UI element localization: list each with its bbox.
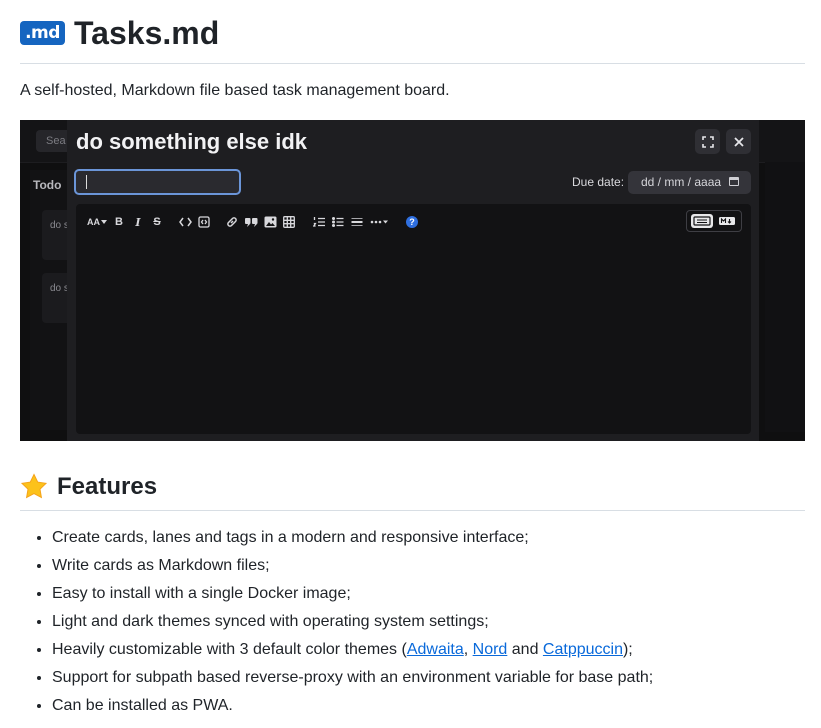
more-icon	[370, 220, 388, 224]
unordered-list-button[interactable]	[330, 214, 346, 230]
help-icon[interactable]: ?	[406, 216, 418, 228]
markdown-editor[interactable]: AA B I S ?	[76, 204, 751, 434]
rich-text-icon	[693, 216, 711, 226]
title-divider	[20, 63, 805, 64]
bold-button[interactable]: B	[112, 214, 126, 230]
ordered-list-icon	[313, 217, 325, 227]
card-title[interactable]: do something else idk	[76, 129, 307, 155]
code-icon	[178, 217, 192, 227]
code-block-button[interactable]	[196, 214, 212, 230]
italic-button[interactable]: I	[131, 214, 145, 230]
app-screenshot: Sea Todo do s do s do something else idk	[20, 120, 805, 441]
expand-icon	[701, 135, 714, 148]
features-divider	[20, 510, 805, 511]
editor-mode-switch[interactable]	[686, 210, 742, 232]
link-button[interactable]	[224, 214, 240, 230]
text-cursor	[86, 175, 87, 189]
close-button[interactable]	[726, 129, 751, 154]
list-item: Heavily customizable with 3 default colo…	[52, 640, 653, 668]
list-item: Support for subpath based reverse-proxy …	[52, 668, 653, 696]
background-right-panel	[765, 162, 805, 432]
features-heading-row: Features	[20, 472, 157, 502]
title-row: .md Tasks.md	[20, 14, 219, 52]
more-button[interactable]	[368, 214, 390, 230]
heading-label: AA	[87, 217, 100, 227]
strikethrough-label: S	[153, 216, 161, 228]
catppuccin-link[interactable]: Catppuccin	[543, 641, 623, 658]
star-icon	[20, 473, 48, 499]
due-date-label: Due date:	[572, 175, 625, 189]
page-title: Tasks.md	[74, 15, 220, 51]
quote-icon	[244, 217, 257, 227]
page-description: A self-hosted, Markdown file based task …	[20, 82, 450, 99]
wysiwyg-mode-button[interactable]	[691, 214, 713, 228]
code-block-icon	[198, 216, 210, 228]
close-icon	[733, 136, 744, 147]
markdown-icon	[719, 217, 735, 225]
adwaita-link[interactable]: Adwaita	[407, 641, 464, 658]
due-date-input[interactable]: dd / mm / aaaa	[628, 171, 751, 194]
horizontal-rule-icon	[351, 218, 363, 226]
expand-button[interactable]	[695, 129, 720, 154]
image-button[interactable]	[262, 214, 278, 230]
image-icon	[264, 216, 276, 228]
list-item: Write cards as Markdown files;	[52, 556, 653, 584]
quote-button[interactable]	[243, 214, 259, 230]
table-icon	[283, 216, 295, 228]
list-item-text: Heavily customizable with 3 default colo…	[52, 641, 407, 658]
separator-text: and	[507, 641, 543, 658]
list-item: Light and dark themes synced with operat…	[52, 612, 653, 640]
list-item: Create cards, lanes and tags in a modern…	[52, 528, 653, 556]
tag-input[interactable]	[74, 169, 241, 195]
bold-label: B	[115, 216, 123, 228]
markdown-logo: .md	[20, 21, 65, 45]
list-item: Easy to install with a single Docker ima…	[52, 584, 653, 612]
card-modal: do something else idk Due date: dd / mm …	[67, 120, 759, 441]
markdown-mode-button[interactable]	[718, 214, 736, 228]
chevron-down-icon	[101, 220, 107, 224]
ordered-list-button[interactable]	[311, 214, 327, 230]
features-title: Features	[57, 473, 158, 500]
list-item-text: );	[622, 641, 633, 658]
features-list: Create cards, lanes and tags in a modern…	[20, 528, 653, 724]
list-item: Can be installed as PWA.	[52, 696, 653, 724]
unordered-list-icon	[332, 216, 344, 228]
due-date-placeholder: dd / mm / aaaa	[641, 175, 722, 189]
calendar-icon[interactable]	[729, 177, 739, 186]
inline-code-button[interactable]	[177, 214, 193, 230]
background-lane-title: Todo	[33, 178, 62, 192]
heading-button[interactable]: AA	[86, 214, 108, 230]
nord-link[interactable]: Nord	[473, 641, 508, 658]
strikethrough-button[interactable]: S	[150, 214, 164, 230]
italic-label: I	[135, 215, 141, 229]
table-button[interactable]	[281, 214, 297, 230]
horizontal-rule-button[interactable]	[349, 214, 365, 230]
link-icon	[227, 217, 237, 227]
separator-text: ,	[463, 641, 473, 658]
